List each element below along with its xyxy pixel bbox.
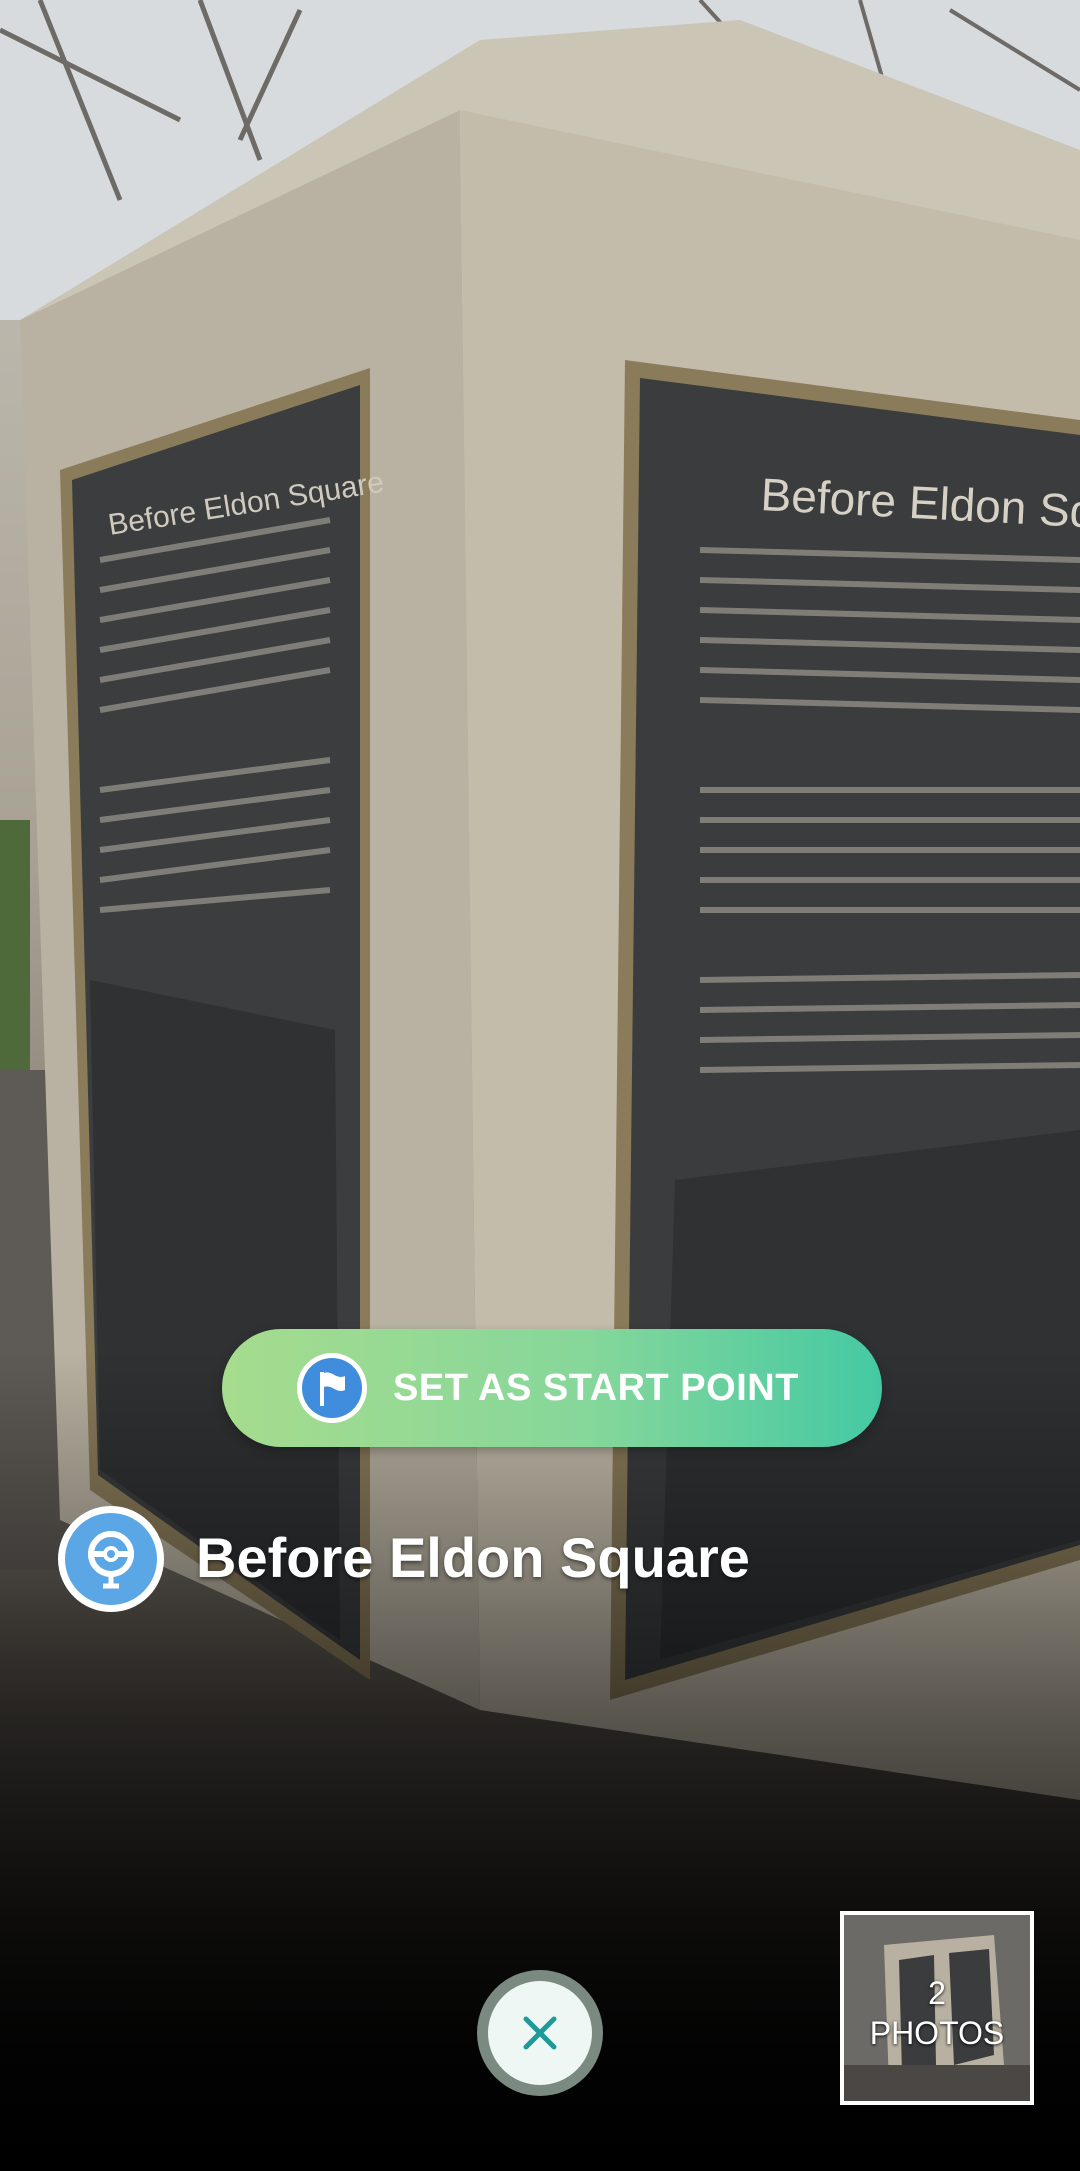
flag-icon [297,1353,367,1423]
photo-count: 2 PHOTOS [844,1973,1030,2053]
photo-count-label: PHOTOS [869,2015,1005,2051]
stop-name: Before Eldon Square [196,1526,750,1589]
close-icon [523,2016,557,2050]
photos-thumbnail-button[interactable]: 2 PHOTOS [840,1911,1034,2105]
stop-photo: Before Eldon Square Before Eldon Square [0,0,1080,2171]
set-as-start-point-label: SET AS START POINT [393,1366,799,1409]
pokestop-icon [58,1506,164,1612]
photo-count-number: 2 [928,1975,946,2011]
set-as-start-point-button[interactable]: SET AS START POINT [222,1329,882,1447]
close-button[interactable] [477,1970,603,2096]
